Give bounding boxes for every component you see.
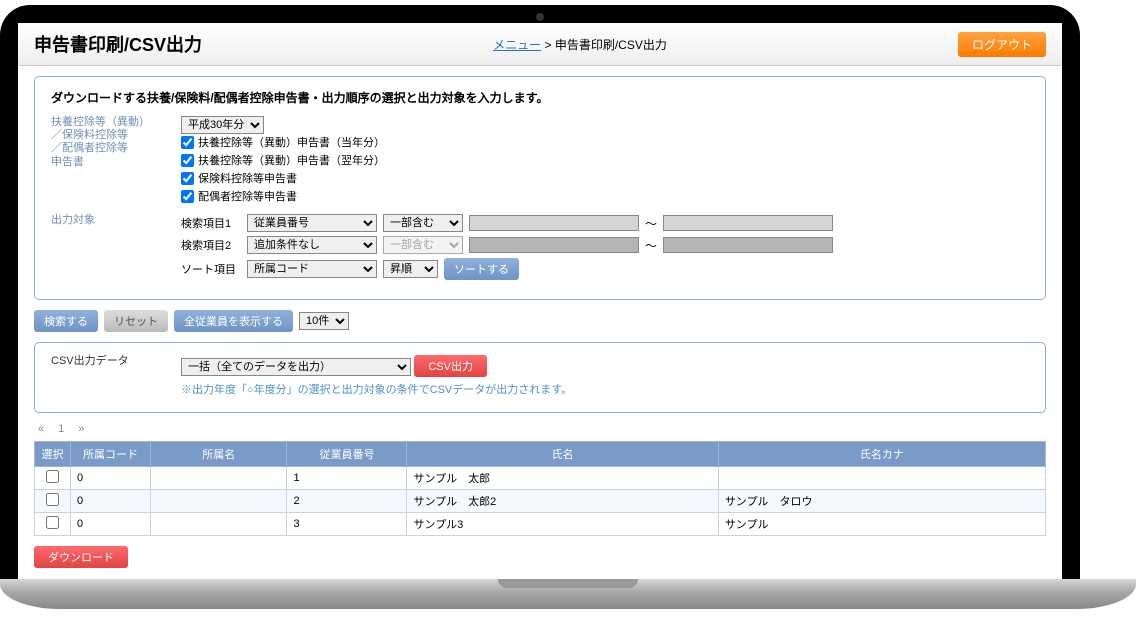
csv-output-label: CSV出力データ — [51, 355, 181, 397]
cell-name — [151, 467, 287, 490]
search1-from-input[interactable] — [469, 215, 639, 231]
search2-field-select[interactable]: 追加条件なし — [247, 236, 377, 254]
row-select-checkbox[interactable] — [46, 493, 59, 506]
cell-name — [151, 513, 287, 536]
csv-output-button[interactable]: CSV出力 — [414, 355, 487, 377]
results-table: 選択所属コード所属名従業員番号氏名氏名カナ 0 1サンプル 太郎 0 2サンプル 太郎… — [34, 441, 1046, 536]
search-button[interactable]: 検索する — [34, 310, 98, 332]
cell-shimei: サンプル 太郎 — [407, 467, 718, 490]
th-5: 氏名カナ — [718, 442, 1045, 467]
sort-label: ソート項目 — [181, 261, 241, 277]
th-4: 氏名 — [407, 442, 718, 467]
pager-page: 1 — [58, 423, 64, 435]
breadcrumb: メニュー > 申告書印刷/CSV出力 — [493, 36, 667, 53]
instruction-text: ダウンロードする扶養/保険料/配偶者控除申告書・出力順序の選択と出力対象を入力し… — [51, 89, 1029, 106]
pager: « 1 » — [38, 423, 1042, 435]
year-select[interactable]: 平成30年分 — [181, 116, 264, 134]
th-2: 所属名 — [151, 442, 287, 467]
cell-name — [151, 490, 287, 513]
sort-field-select[interactable]: 所属コード — [247, 260, 377, 278]
cell-emp: 2 — [287, 490, 407, 513]
sort-button[interactable]: ソートする — [444, 258, 519, 280]
th-3: 従業員番号 — [287, 442, 407, 467]
pager-next[interactable]: » — [78, 423, 84, 435]
download-button[interactable]: ダウンロード — [34, 546, 128, 568]
table-row: 0 2サンプル 太郎2サンプル タロウ — [35, 490, 1046, 513]
chk-haigusha[interactable] — [181, 190, 194, 203]
th-0: 選択 — [35, 442, 71, 467]
search1-match-select[interactable]: 一部含む — [383, 214, 463, 232]
row-select-checkbox[interactable] — [46, 516, 59, 529]
show-all-button[interactable]: 全従業員を表示する — [174, 310, 293, 332]
cell-emp: 1 — [287, 467, 407, 490]
cell-code: 0 — [71, 467, 151, 490]
search2-to-input — [663, 237, 833, 253]
th-1: 所属コード — [71, 442, 151, 467]
chk-hoken[interactable] — [181, 172, 194, 185]
table-row: 0 3サンプル3サンプル — [35, 513, 1046, 536]
logout-button[interactable]: ログアウト — [958, 32, 1046, 57]
row-select-checkbox[interactable] — [46, 470, 59, 483]
search2-label: 検索項目2 — [181, 237, 241, 253]
pager-prev[interactable]: « — [38, 423, 44, 435]
cell-shimei: サンプル 太郎2 — [407, 490, 718, 513]
output-target-label: 出力対象 — [51, 214, 181, 284]
csv-panel: CSV出力データ 一括（全てのデータを出力） CSV出力 ※出力年度「○年度分」… — [34, 342, 1046, 413]
cell-shimei: サンプル3 — [407, 513, 718, 536]
chk-fuyo-next[interactable] — [181, 154, 194, 167]
sort-order-select[interactable]: 昇順 — [383, 260, 438, 278]
table-row: 0 1サンプル 太郎 — [35, 467, 1046, 490]
per-page-select[interactable]: 10件 — [299, 312, 349, 330]
csv-note: ※出力年度「○年度分」の選択と出力対象の条件でCSVデータが出力されます。 — [181, 381, 1029, 397]
search2-from-input — [469, 237, 639, 253]
cell-kana: サンプル タロウ — [718, 490, 1045, 513]
search2-match-select: 一部含む — [383, 236, 463, 254]
cell-kana: サンプル — [718, 513, 1045, 536]
search1-to-input[interactable] — [663, 215, 833, 231]
cell-emp: 3 — [287, 513, 407, 536]
csv-data-select[interactable]: 一括（全てのデータを出力） — [181, 358, 411, 376]
filter-panel: ダウンロードする扶養/保険料/配偶者控除申告書・出力順序の選択と出力対象を入力し… — [34, 76, 1046, 300]
search1-label: 検索項目1 — [181, 215, 241, 231]
page-title: 申告書印刷/CSV出力 — [34, 31, 202, 57]
cell-kana — [718, 467, 1045, 490]
chk-fuyo-current[interactable] — [181, 136, 194, 149]
search1-field-select[interactable]: 従業員番号 — [247, 214, 377, 232]
menu-link[interactable]: メニュー — [493, 38, 541, 52]
cell-code: 0 — [71, 490, 151, 513]
reset-button[interactable]: リセット — [104, 310, 168, 332]
form-type-label: 扶養控除等（異動） ／保険料控除等 ／配偶者控除等 申告書 — [51, 116, 181, 206]
cell-code: 0 — [71, 513, 151, 536]
